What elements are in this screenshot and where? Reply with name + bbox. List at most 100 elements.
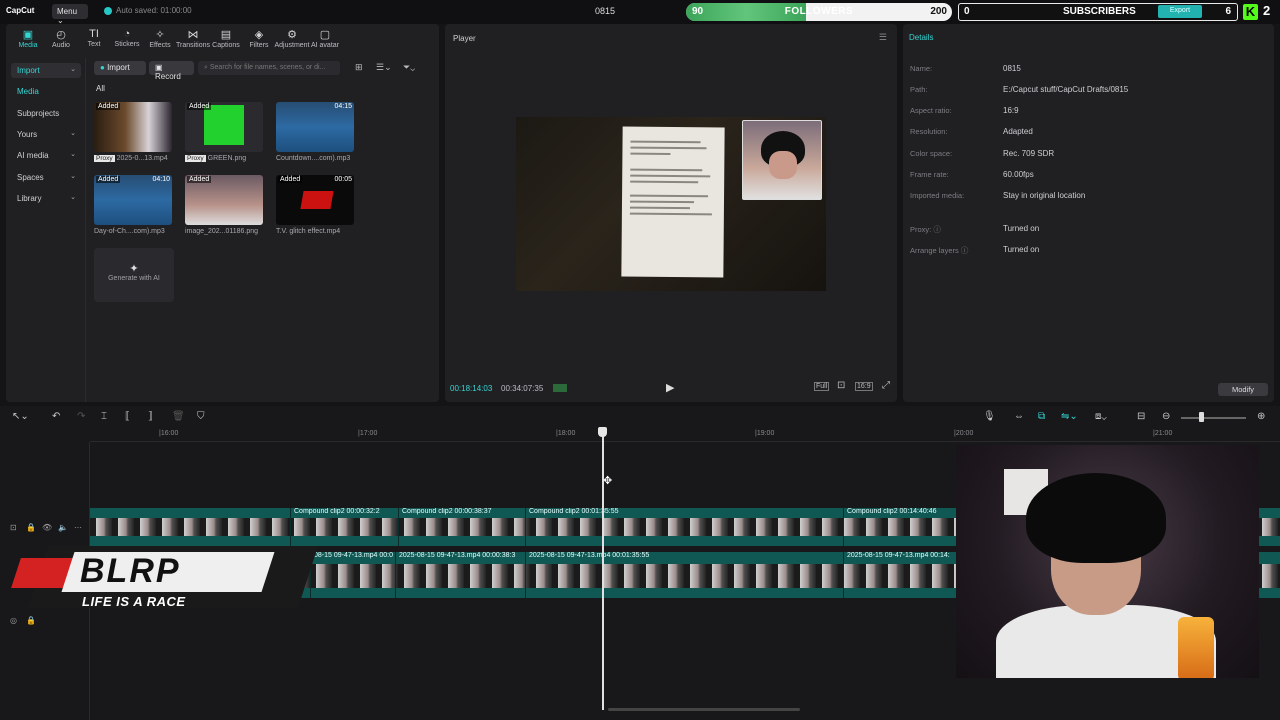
- time-ruler[interactable]: |16:00 |17:00 |18:00 |19:00 |20:00 |21:00: [90, 428, 1280, 442]
- clip-label[interactable]: Compound clip2 00:01:35:55: [529, 508, 619, 518]
- webcam-preview-image: [742, 120, 822, 200]
- menu-icon[interactable]: ☰: [879, 32, 887, 43]
- details-title: Details: [909, 33, 934, 42]
- clip-label[interactable]: Compound clip2 00:14:40:46: [847, 508, 937, 518]
- tab-ai-avatar[interactable]: ▢ AI avatar: [307, 28, 343, 49]
- blrp-title: BLRP: [80, 552, 181, 590]
- zoom-slider-track[interactable]: [1181, 417, 1246, 419]
- clip-boundary[interactable]: [525, 552, 526, 598]
- ruler-tick-label: |21:00: [1153, 430, 1173, 437]
- text-icon: TI: [89, 28, 99, 40]
- split-icon[interactable]: ⌶: [101, 411, 107, 422]
- project-title[interactable]: 0815: [595, 6, 615, 16]
- chevron-down-icon: ⌄: [70, 194, 76, 201]
- zoom-out-icon[interactable]: ⊖: [1162, 411, 1170, 422]
- screenshot-icon[interactable]: ⊡: [836, 380, 846, 391]
- sidebar-item-subprojects[interactable]: Subprojects: [11, 106, 81, 121]
- kick-icon: K: [1243, 4, 1258, 20]
- tab-media[interactable]: ▣ Media: [10, 28, 46, 49]
- clip-boundary[interactable]: [843, 552, 844, 598]
- clip-boundary[interactable]: [395, 552, 396, 598]
- media-search-input[interactable]: ⌕ Search for file names, scenes, or di..…: [198, 61, 340, 75]
- file-name: GREEN.png: [207, 155, 247, 162]
- clip-label[interactable]: 2025-08-15 09-47-13.mp4 00:01:35:55: [529, 552, 649, 562]
- export-button[interactable]: Export: [1158, 5, 1202, 18]
- shield-icon[interactable]: ⛉: [197, 411, 205, 422]
- sort-icon[interactable]: ☰⌄: [376, 62, 392, 73]
- horizontal-scrollbar[interactable]: [608, 708, 800, 711]
- sidebar-item-spaces[interactable]: Spaces ⌄: [11, 170, 81, 185]
- filter-all-label[interactable]: All: [96, 84, 105, 93]
- clip-boundary[interactable]: [843, 508, 844, 546]
- clip-label[interactable]: Compound clip2 00:00:38:37: [402, 508, 492, 518]
- player-preview[interactable]: [516, 117, 826, 291]
- tab-filters[interactable]: ◈ Filters: [241, 28, 277, 49]
- detail-key: Imported media:: [910, 191, 965, 200]
- sidebar-item-library[interactable]: Library ⌄: [11, 191, 81, 206]
- magnet-icon[interactable]: ⧉: [1038, 411, 1045, 422]
- detail-key: Name:: [910, 64, 933, 73]
- playhead[interactable]: [602, 428, 604, 710]
- link-icon[interactable]: ⇔: [1014, 411, 1024, 422]
- tab-transitions[interactable]: ⋈ Transitions: [175, 28, 211, 49]
- detail-key: Path:: [910, 85, 928, 94]
- playhead-handle[interactable]: [598, 427, 607, 437]
- duration-label: 04:15: [334, 103, 352, 110]
- move-cursor-icon: ✥: [603, 475, 613, 487]
- sidebar-item-label: Yours: [17, 130, 38, 139]
- file-name: Countdown....com).mp3: [276, 155, 351, 162]
- media-item-name: Proxy GREEN.png: [185, 155, 275, 162]
- added-badge: Added: [187, 176, 212, 183]
- play-icon[interactable]: ▶: [666, 381, 674, 394]
- full-quality-button[interactable]: Full: [814, 382, 830, 391]
- caption-track-icon[interactable]: ⊟: [1137, 411, 1145, 422]
- filter-icon[interactable]: ⏷⌄: [403, 62, 415, 73]
- sidebar-item-label: Import: [17, 66, 40, 75]
- modify-button[interactable]: Modify: [1218, 383, 1268, 396]
- detail-key: Resolution:: [910, 127, 948, 136]
- green-image: [204, 105, 244, 145]
- select-tool-icon[interactable]: ↖⌄: [12, 411, 29, 422]
- tab-stickers[interactable]: ◔ Stickers: [109, 28, 145, 48]
- media-thumbnail[interactable]: 04:15: [276, 102, 354, 152]
- added-badge: Added: [96, 103, 121, 110]
- clip-boundary[interactable]: [525, 508, 526, 546]
- undo-icon[interactable]: ↶: [52, 411, 60, 422]
- ruler-tick-label: |18:00: [556, 430, 576, 437]
- menu-button[interactable]: Menu ⌄: [52, 4, 88, 25]
- tab-audio[interactable]: ◴ Audio: [43, 28, 79, 49]
- clip-label[interactable]: 08-15 09-47-13.mp4 00:0: [314, 552, 393, 562]
- clip-label[interactable]: 2025-08-15 09-47-13.mp4 00:14:: [847, 552, 950, 562]
- generate-with-ai-button[interactable]: ✦ Generate with AI: [94, 248, 174, 302]
- view-toggle-icon[interactable]: ⊞: [355, 62, 363, 73]
- split-left-icon[interactable]: ⟦: [125, 411, 130, 422]
- details-panel: Details Name: 0815 Path: E:/Capcut stuff/Ca…: [903, 24, 1274, 402]
- media-thumbnail[interactable]: Added: [185, 102, 263, 152]
- media-thumbnail[interactable]: Added: [94, 102, 172, 152]
- media-thumbnail[interactable]: Added: [185, 175, 263, 225]
- fullscreen-icon[interactable]: ⤢: [881, 380, 891, 391]
- search-placeholder: Search for file names, scenes, or di...: [209, 64, 326, 71]
- split-right-icon[interactable]: ⟧: [148, 411, 153, 422]
- import-button[interactable]: ● Import: [94, 61, 146, 75]
- ratio-button[interactable]: 16:9: [855, 382, 873, 391]
- sidebar-item-media[interactable]: Media: [11, 84, 81, 99]
- clip-boundary[interactable]: [398, 508, 399, 546]
- sidebar-item-import[interactable]: Import ⌄: [11, 63, 81, 78]
- preview-axis-icon[interactable]: ⧈⌄: [1095, 411, 1107, 422]
- media-thumbnail[interactable]: Added 00:05: [276, 175, 354, 225]
- sidebar-item-ai-media[interactable]: AI media ⌄: [11, 148, 81, 163]
- clip-label[interactable]: 2025-08-15 09-47-13.mp4 00:00:38:3: [399, 552, 515, 562]
- media-thumbnail[interactable]: Added 04:10: [94, 175, 172, 225]
- microphone-icon[interactable]: 🎙: [983, 411, 996, 422]
- zoom-in-icon[interactable]: ⊕: [1257, 411, 1265, 422]
- sidebar-item-yours[interactable]: Yours ⌄: [11, 127, 81, 142]
- tab-text[interactable]: TI Text: [76, 28, 112, 48]
- media-item-name: image_202...01186.png: [185, 228, 275, 235]
- tab-captions[interactable]: ▤ Captions: [208, 28, 244, 49]
- tab-adjustment[interactable]: ⚙ Adjustment: [274, 28, 310, 49]
- snap-icon[interactable]: ⇋⌄: [1061, 411, 1078, 422]
- tab-effects[interactable]: ✧ Effects: [142, 28, 178, 49]
- record-button[interactable]: ▣ Record: [149, 61, 194, 81]
- zoom-slider-handle[interactable]: [1199, 412, 1204, 422]
